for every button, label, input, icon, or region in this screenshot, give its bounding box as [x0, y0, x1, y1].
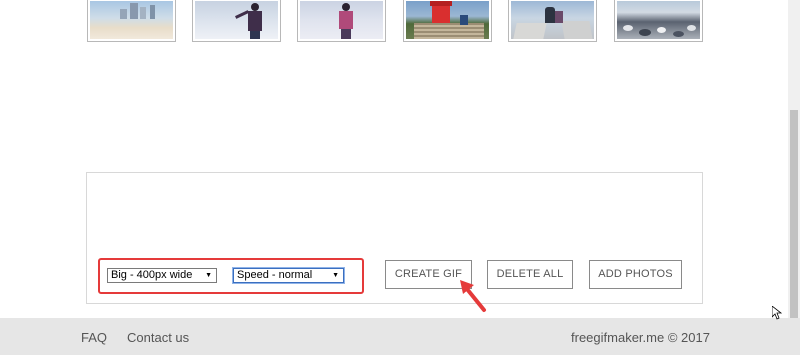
size-select[interactable]: Big - 400px wide ▼: [107, 268, 217, 283]
photo-thumbnail[interactable]: [614, 0, 703, 42]
snow-person-photo-icon: [195, 1, 278, 39]
photo-thumbnail[interactable]: [297, 0, 386, 42]
vertical-scrollbar[interactable]: [788, 0, 800, 318]
rocks-photo-icon: [511, 1, 594, 39]
add-photos-button[interactable]: ADD PHOTOS: [589, 260, 682, 289]
copyright-text: freegifmaker.me © 2017: [571, 330, 710, 345]
contact-link[interactable]: Contact us: [127, 330, 189, 345]
scrollbar-thumb[interactable]: [790, 110, 798, 318]
photo-thumbnail[interactable]: [508, 0, 597, 42]
chevron-down-icon: ▼: [332, 272, 339, 279]
photo-thumbnail[interactable]: [87, 0, 176, 42]
snow-walk-photo-icon: [300, 1, 383, 39]
delete-all-button[interactable]: DELETE ALL: [487, 260, 573, 289]
photo-thumbnail[interactable]: [192, 0, 281, 42]
size-select-value: Big - 400px wide: [111, 269, 193, 281]
speed-select-value: Speed - normal: [237, 269, 313, 281]
chevron-down-icon: ▼: [205, 272, 212, 279]
pebbles-photo-icon: [617, 1, 700, 39]
mouse-cursor-icon: [772, 306, 782, 320]
faq-link[interactable]: FAQ: [81, 330, 107, 345]
annotation-arrow-icon: [460, 280, 486, 312]
footer: FAQ Contact us freegifmaker.me © 2017: [0, 318, 800, 355]
beach-photo-icon: [90, 1, 173, 39]
lighthouse-photo-icon: [406, 1, 489, 39]
page: Big - 400px wide ▼ Speed - normal ▼ CREA…: [0, 0, 800, 355]
photo-thumbnail[interactable]: [403, 0, 492, 42]
speed-select[interactable]: Speed - normal ▼: [233, 268, 344, 283]
